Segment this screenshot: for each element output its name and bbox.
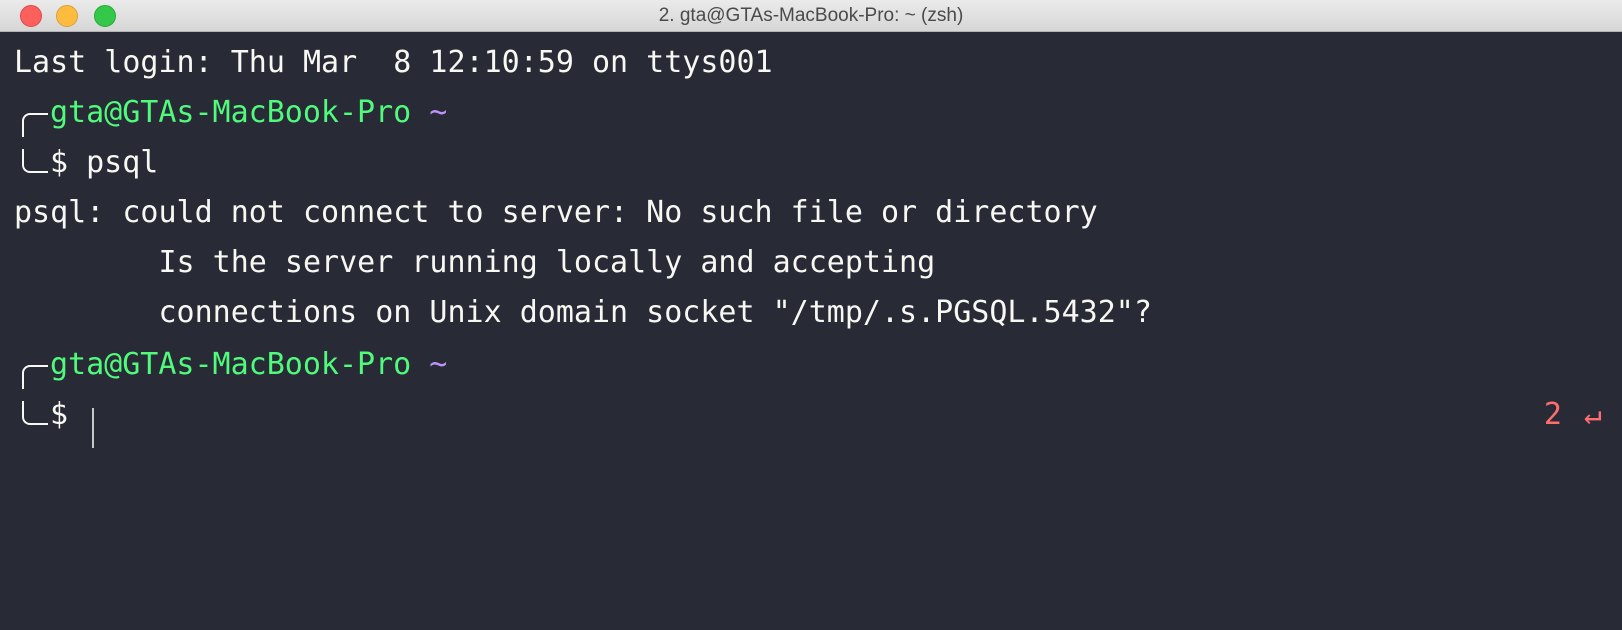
text-cursor — [92, 408, 94, 448]
error-line-2: Is the server running locally and accept… — [14, 245, 936, 280]
command-line: $ psql — [50, 143, 158, 183]
prompt-corner-bottom-2 — [22, 401, 48, 425]
command-text: psql — [86, 145, 159, 180]
prompt-dir-2: ~ — [429, 347, 448, 382]
prompt-corner-top-2 — [22, 365, 48, 389]
last-login-line: Last login: Thu Mar 8 12:10:59 on ttys00… — [14, 45, 773, 80]
input-line[interactable]: $ — [50, 395, 68, 435]
terminal-window: 2. gta@GTAs-MacBook-Pro: ~ (zsh) Last lo… — [0, 0, 1622, 630]
prompt-user-host-2: gta@GTAs-MacBook-Pro — [50, 347, 412, 382]
prompt-corner-top — [22, 113, 48, 137]
prompt-user-host: gta@GTAs-MacBook-Pro — [50, 95, 412, 130]
prompt-dir: ~ — [429, 95, 448, 130]
prompt-line-2: gta@GTAs-MacBook-Pro ~ — [50, 345, 447, 385]
window-title: 2. gta@GTAs-MacBook-Pro: ~ (zsh) — [658, 5, 964, 26]
error-line-3: connections on Unix domain socket "/tmp/… — [14, 295, 1152, 330]
right-prompt: 2 ↵ — [1544, 395, 1602, 435]
exit-code: 2 — [1543, 397, 1562, 432]
prompt-symbol: $ — [50, 145, 69, 180]
prompt-line-1: gta@GTAs-MacBook-Pro ~ — [50, 93, 447, 133]
terminal-content[interactable]: Last login: Thu Mar 8 12:10:59 on ttys00… — [0, 33, 1622, 630]
title-bar[interactable]: 2. gta@GTAs-MacBook-Pro: ~ (zsh) — [0, 0, 1622, 32]
prompt-corner-bottom — [22, 149, 48, 173]
prompt-symbol-2: $ — [50, 397, 69, 432]
return-icon: ↵ — [1583, 397, 1602, 432]
error-line-1: psql: could not connect to server: No su… — [14, 195, 1098, 230]
